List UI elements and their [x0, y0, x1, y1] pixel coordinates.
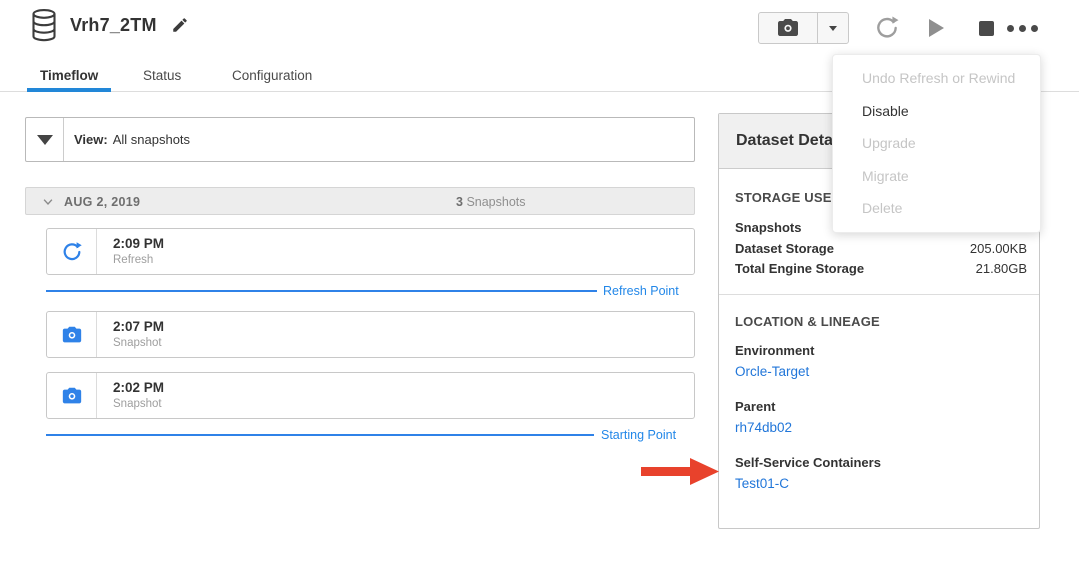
menu-item-migrate[interactable]: Migrate	[833, 160, 1040, 193]
storage-row: Total Engine Storage 21.80GB	[735, 261, 1027, 276]
snapshot-time: 2:07 PM	[113, 319, 164, 334]
tab-configuration[interactable]: Configuration	[232, 68, 312, 83]
camera-icon	[61, 385, 83, 407]
page-header: Vrh7_2TM	[30, 8, 189, 42]
caret-down-icon	[829, 26, 837, 31]
snapshot-info: 2:09 PM Refresh	[97, 229, 164, 274]
storage-row-value: 205.00KB	[970, 241, 1027, 256]
snapshot-info: 2:02 PM Snapshot	[97, 373, 164, 418]
parent-link[interactable]: rh74db02	[735, 420, 792, 435]
storage-row-label: Snapshots	[735, 220, 801, 235]
starting-point-line	[46, 434, 594, 436]
environment-link[interactable]: Orcle-Target	[735, 364, 809, 379]
storage-row-label: Total Engine Storage	[735, 261, 864, 276]
play-icon	[929, 19, 944, 37]
panel-divider	[719, 294, 1039, 295]
action-toolbar	[758, 10, 1058, 46]
refresh-point-line	[46, 290, 597, 292]
more-actions-menu: Undo Refresh or Rewind Disable Upgrade M…	[832, 54, 1041, 233]
storage-row-value: 21.80GB	[976, 261, 1027, 276]
refresh-icon	[61, 241, 83, 263]
dropdown-triangle-icon	[37, 135, 53, 145]
view-dropdown-toggle[interactable]	[26, 118, 64, 161]
camera-icon	[776, 16, 800, 40]
snapshot-type: Refresh	[113, 254, 164, 266]
view-label: View:	[74, 132, 108, 147]
red-arrow-icon	[641, 457, 719, 486]
page-title: Vrh7_2TM	[70, 15, 157, 36]
ellipsis-icon	[1007, 25, 1038, 32]
menu-item-delete[interactable]: Delete	[833, 192, 1040, 225]
location-lineage-heading: LOCATION & LINEAGE	[735, 314, 880, 329]
camera-icon	[61, 324, 83, 346]
starting-point-label: Starting Point	[601, 428, 676, 442]
stop-icon	[979, 21, 994, 36]
date-group-header[interactable]: AUG 2, 2019 3 Snapshots	[25, 187, 695, 215]
chevron-down-icon	[41, 195, 55, 209]
snapshot-row[interactable]: 2:07 PM Snapshot	[46, 311, 695, 358]
self-service-containers-label: Self-Service Containers	[735, 455, 881, 470]
snapshot-options-button[interactable]	[817, 13, 848, 43]
snapshot-count: 3 Snapshots	[456, 195, 526, 209]
snapshot-type: Snapshot	[113, 398, 164, 410]
date-group-label: AUG 2, 2019	[64, 195, 140, 209]
environment-label: Environment	[735, 343, 814, 358]
view-filter-bar[interactable]: View: All snapshots	[25, 117, 695, 162]
snapshot-row[interactable]: 2:09 PM Refresh	[46, 228, 695, 275]
snapshot-button[interactable]	[759, 13, 817, 43]
refresh-icon	[874, 15, 900, 41]
storage-used-heading: STORAGE USED	[735, 190, 841, 205]
row-icon-cell	[47, 373, 97, 418]
refresh-button[interactable]	[871, 12, 903, 44]
snapshot-info: 2:07 PM Snapshot	[97, 312, 164, 357]
snapshot-row[interactable]: 2:02 PM Snapshot	[46, 372, 695, 419]
storage-row: Dataset Storage 205.00KB	[735, 241, 1027, 256]
view-value: All snapshots	[113, 132, 190, 147]
menu-item-upgrade[interactable]: Upgrade	[833, 127, 1040, 160]
snapshot-split-button	[758, 12, 849, 44]
database-icon	[30, 8, 58, 42]
row-icon-cell	[47, 312, 97, 357]
storage-row-label: Dataset Storage	[735, 241, 834, 256]
menu-item-disable[interactable]: Disable	[833, 95, 1040, 128]
view-filter-text: View: All snapshots	[64, 118, 190, 161]
more-actions-button[interactable]	[1006, 12, 1038, 44]
self-service-container-link[interactable]: Test01-C	[735, 476, 789, 491]
start-button[interactable]	[920, 12, 952, 44]
row-icon-cell	[47, 229, 97, 274]
tab-status[interactable]: Status	[143, 68, 181, 83]
snapshot-time: 2:09 PM	[113, 236, 164, 251]
parent-label: Parent	[735, 399, 775, 414]
snapshot-time: 2:02 PM	[113, 380, 164, 395]
menu-item-undo-refresh-or-rewind[interactable]: Undo Refresh or Rewind	[833, 62, 1040, 95]
active-tab-indicator	[27, 88, 111, 92]
stop-button[interactable]	[970, 12, 1002, 44]
snapshot-type: Snapshot	[113, 337, 164, 349]
refresh-point-label: Refresh Point	[603, 284, 679, 298]
pencil-icon[interactable]	[171, 16, 189, 34]
tab-timeflow[interactable]: Timeflow	[40, 68, 98, 83]
